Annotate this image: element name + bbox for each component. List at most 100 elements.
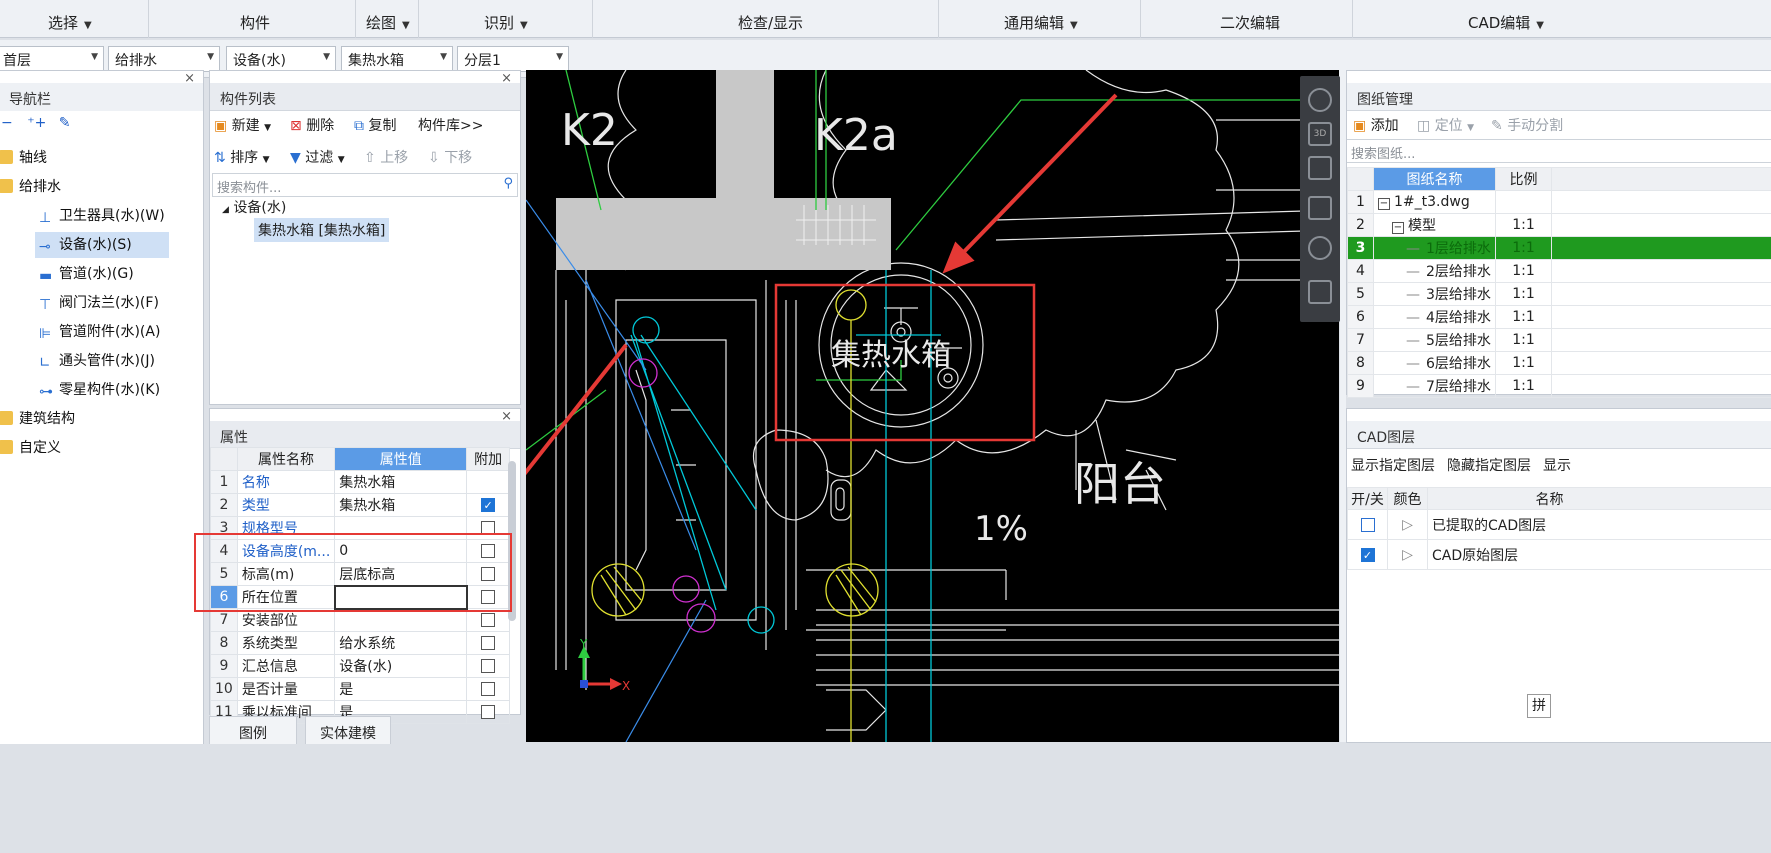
ribbon-component[interactable]: 构件 (240, 12, 270, 33)
filter-button[interactable]: ▼ 过滤 ▼ (290, 147, 345, 167)
property-row[interactable]: 10 是否计量是 (210, 677, 510, 701)
component-search-input[interactable]: 搜索构件... ⚲ (212, 173, 518, 197)
nav-item-fitting[interactable]: ∟ 通头管件(水)(J) (39, 348, 155, 374)
drawing-row[interactable]: 9—7层给排水 1:1 (1347, 374, 1771, 398)
property-value[interactable]: 集热水箱 (334, 493, 468, 517)
layer-toggle-checkbox[interactable]: ✓ (1347, 539, 1388, 570)
floor-select[interactable]: 首层 ▼ (0, 46, 104, 72)
rotate-icon[interactable] (1308, 236, 1332, 260)
search-icon[interactable]: ⚲ (503, 176, 513, 191)
expand-triangle-icon[interactable]: ▷ (1387, 539, 1428, 570)
expand-triangle-icon[interactable]: ▷ (1387, 509, 1428, 540)
property-value[interactable]: 集热水箱 (334, 470, 468, 494)
cad-canvas[interactable]: K2 K2a 集热水箱 阳台 1% Y X (526, 70, 1339, 742)
properties-title: 属性 (210, 421, 520, 449)
attach-checkbox[interactable] (481, 682, 496, 696)
property-value[interactable]: 设备(水) (334, 654, 468, 678)
snap-toggle[interactable]: 拼 (1527, 694, 1551, 718)
attach-checkbox[interactable] (481, 705, 496, 719)
ribbon-cad-edit[interactable]: CAD编辑 ▼ (1468, 12, 1544, 33)
ribbon-identify[interactable]: 识别 ▼ (484, 12, 528, 33)
delete-button[interactable]: ⊠ 删除 (290, 115, 334, 135)
attach-cell[interactable] (466, 631, 510, 655)
attach-checkbox[interactable]: ✓ (481, 498, 496, 512)
nav-item-pipe[interactable]: ▬ 管道(水)(G) (39, 261, 134, 287)
layer-toggle-checkbox[interactable] (1347, 509, 1388, 540)
drawing-row[interactable]: 7—5层给排水 1:1 (1347, 328, 1771, 352)
property-value[interactable]: 给水系统 (334, 631, 468, 655)
grid-icon[interactable] (1308, 280, 1332, 304)
drawing-search-input[interactable]: 搜索图纸... (1347, 139, 1771, 163)
nav-item-equipment[interactable]: ⊸ 设备(水)(S) (35, 232, 169, 258)
top-view-icon[interactable] (1308, 156, 1332, 180)
drawing-row[interactable]: 1−1#_t3.dwg (1347, 190, 1771, 214)
drawing-row[interactable]: 8—6层给排水 1:1 (1347, 351, 1771, 375)
property-value[interactable]: 是 (334, 677, 468, 701)
edit-icon[interactable]: ✎ (59, 115, 71, 131)
ribbon-select[interactable]: 选择 ▼ (48, 12, 92, 33)
manual-split-button[interactable]: ✎ 手动分割 (1491, 115, 1563, 135)
attach-cell[interactable] (466, 654, 510, 678)
tab-legend[interactable]: 图例 (209, 716, 297, 746)
add-drawing-button[interactable]: ▣ 添加 (1353, 115, 1399, 135)
drawing-row[interactable]: 5—3层给排水 1:1 (1347, 282, 1771, 306)
cad-text: K2 K2a 集热水箱 阳台 1% (561, 105, 1166, 549)
nav-item-plumbing[interactable]: 给排水 (0, 174, 61, 200)
show-layer-button[interactable]: 显示指定图层 (1351, 455, 1435, 475)
drawing-row[interactable]: 4—2层给排水 1:1 (1347, 259, 1771, 283)
type-select[interactable]: 设备(水) ▼ (226, 46, 336, 72)
collapse-triangle-icon[interactable]: ◢ (222, 205, 229, 215)
ribbon-draw[interactable]: 绘图 ▼ (366, 12, 410, 33)
attach-cell[interactable] (466, 677, 510, 701)
drawing-row[interactable]: 2− 模型 1:1 (1347, 213, 1771, 237)
nav-item-pipe-accessory[interactable]: ⊫ 管道附件(水)(A) (39, 319, 160, 345)
expand-icon[interactable]: ⁺+ (27, 115, 46, 131)
attach-cell[interactable] (466, 700, 510, 724)
component-select[interactable]: 集热水箱 ▼ (341, 46, 453, 72)
cad-drawing[interactable]: K2 K2a 集热水箱 阳台 1% Y X (526, 70, 1339, 742)
show-more-button[interactable]: 显示 (1543, 455, 1571, 475)
hide-layer-button[interactable]: 隐藏指定图层 (1447, 455, 1531, 475)
nav-item-custom[interactable]: 自定义 (0, 435, 61, 461)
front-view-icon[interactable] (1308, 196, 1332, 220)
nav-item-misc[interactable]: ⊶ 零星构件(水)(K) (39, 377, 160, 403)
sort-button[interactable]: ⇅ 排序 ▼ (214, 147, 270, 167)
sort-icon: ⇅ (214, 150, 226, 166)
new-button[interactable]: ▣ 新建 ▼ (214, 115, 271, 135)
tree-toggle-icon[interactable]: − (1378, 198, 1390, 210)
tree-item-tank[interactable]: 集热水箱 [集热水箱] (254, 218, 390, 242)
discipline-select[interactable]: 给排水 ▼ (108, 46, 220, 72)
property-row[interactable]: 2 类型 集热水箱 ✓ (210, 493, 510, 517)
tree-toggle-icon[interactable]: − (1392, 222, 1404, 234)
nav-item-axis[interactable]: 轴线 (0, 145, 47, 171)
attach-checkbox[interactable] (481, 613, 496, 627)
move-up-button[interactable]: ⇧ 上移 (364, 147, 408, 167)
tree-root[interactable]: ◢ 设备(水) (222, 197, 286, 217)
orbit-icon[interactable] (1308, 88, 1332, 112)
nav-item-valve[interactable]: ⊤ 阀门法兰(水)(F) (39, 290, 159, 316)
attach-checkbox[interactable] (481, 636, 496, 650)
layer-select[interactable]: 分层1 ▼ (457, 46, 569, 72)
collapse-icon[interactable]: − (1, 115, 13, 131)
property-row[interactable]: 1 名称 集热水箱 (210, 470, 510, 494)
library-button[interactable]: 构件库>> (418, 115, 483, 135)
nav-item-structure[interactable]: 建筑结构 (0, 406, 75, 432)
nav-item-sanitary[interactable]: ⊥ 卫生器具(水)(W) (39, 203, 165, 229)
close-icon[interactable]: × (184, 71, 195, 86)
copy-button[interactable]: ⧉ 复制 (354, 115, 396, 135)
3d-view-icon[interactable]: 3D (1308, 122, 1332, 146)
drawing-row[interactable]: 6—4层给排水 1:1 (1347, 305, 1771, 329)
drawing-row[interactable]: 3—1层给排水 1:1 (1347, 236, 1771, 260)
attach-checkbox[interactable] (481, 659, 496, 673)
property-row[interactable]: 9 汇总信息 设备(水) (210, 654, 510, 678)
tab-solid-model[interactable]: 实体建模 (305, 716, 391, 746)
locate-button[interactable]: ◫ 定位 ▼ (1417, 115, 1474, 135)
ribbon-general-edit[interactable]: 通用编辑 ▼ (1004, 12, 1078, 33)
property-row[interactable]: 8 系统类型 给水系统 (210, 631, 510, 655)
move-down-button[interactable]: ⇩ 下移 (428, 147, 472, 167)
attach-cell[interactable] (466, 470, 510, 494)
ribbon-secondary-edit[interactable]: 二次编辑 (1220, 12, 1280, 33)
component-list-title: 构件列表 (210, 83, 520, 111)
ribbon-check-display[interactable]: 检查/显示 (738, 12, 803, 33)
attach-cell[interactable]: ✓ (466, 493, 510, 517)
